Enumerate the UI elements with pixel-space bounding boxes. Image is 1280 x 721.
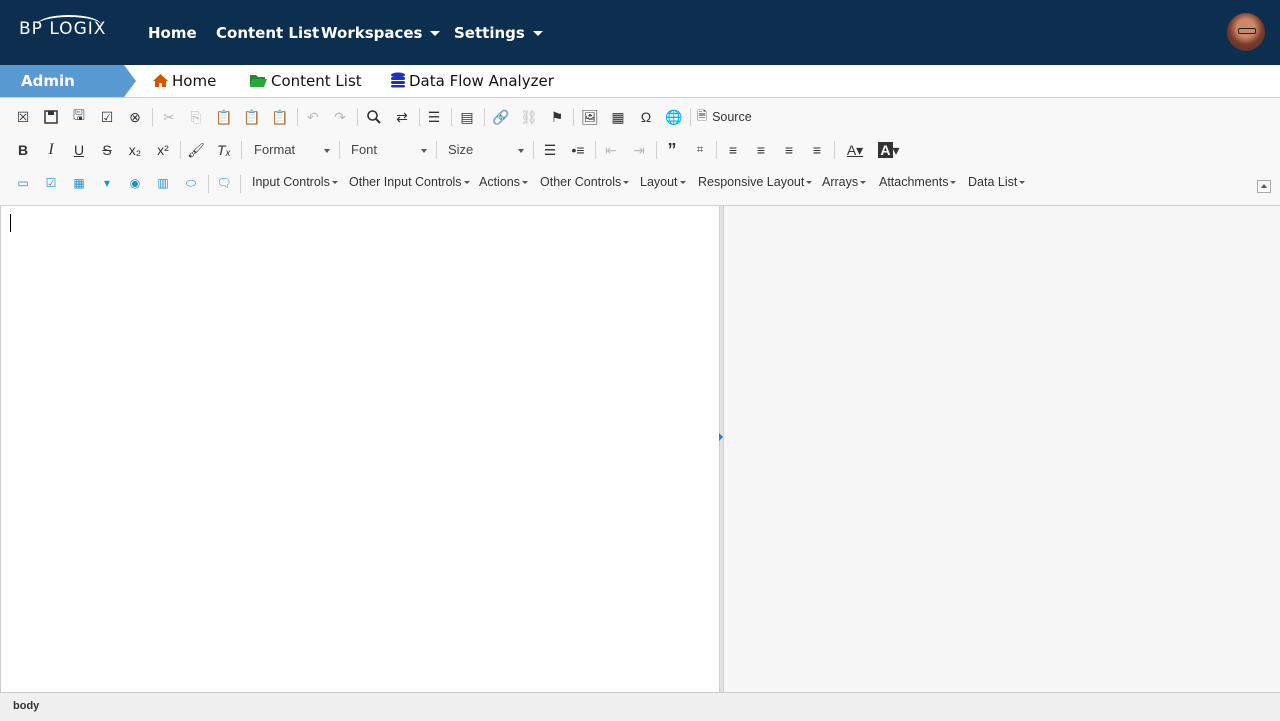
anchor-flag-icon[interactable]: ⚑ bbox=[546, 106, 568, 128]
copy-format-icon[interactable]: 🖌 bbox=[185, 139, 207, 161]
element-path-statusbar: body bbox=[0, 692, 1280, 721]
source-document-icon: 🗎 bbox=[697, 108, 708, 123]
align-left-icon[interactable]: ≡ bbox=[722, 139, 744, 161]
menu-data-list[interactable]: Data List bbox=[968, 175, 1025, 189]
table-icon[interactable]: ▦ bbox=[607, 106, 629, 128]
text-box-icon[interactable]: ▭ bbox=[15, 175, 31, 191]
radio-control-icon[interactable]: ◉ bbox=[127, 175, 143, 191]
bold-icon[interactable]: B bbox=[12, 139, 34, 161]
text-cursor bbox=[10, 214, 11, 232]
list-control-icon[interactable]: ▥ bbox=[155, 175, 171, 191]
italic-icon[interactable]: I bbox=[40, 139, 62, 161]
menu-responsive-layout[interactable]: Responsive Layout bbox=[698, 175, 812, 189]
strikethrough-icon[interactable]: S bbox=[96, 139, 118, 161]
numbered-list-icon[interactable]: ☰ bbox=[539, 139, 561, 161]
properties-pane bbox=[724, 206, 1280, 692]
save-and-check-icon[interactable]: ☑ bbox=[96, 106, 118, 128]
collapse-toolbar-button[interactable] bbox=[1257, 180, 1271, 193]
align-justify-icon[interactable]: ≡ bbox=[806, 139, 828, 161]
cut-icon[interactable]: ✂ bbox=[158, 106, 180, 128]
menu-arrays[interactable]: Arrays bbox=[822, 175, 866, 189]
create-div-icon[interactable]: ⌗ bbox=[689, 139, 711, 161]
chevron-down-icon bbox=[518, 149, 524, 153]
element-path-body[interactable]: body bbox=[13, 700, 39, 712]
link-icon[interactable]: 🔗 bbox=[490, 106, 512, 128]
save-icon[interactable] bbox=[40, 106, 62, 128]
underline-icon[interactable]: U bbox=[68, 139, 90, 161]
chevron-down-icon bbox=[532, 31, 543, 36]
nav-home[interactable]: Home bbox=[148, 24, 197, 42]
menu-other-input-controls[interactable]: Other Input Controls bbox=[349, 175, 470, 189]
search-icon[interactable] bbox=[363, 106, 385, 128]
menu-layout[interactable]: Layout bbox=[640, 175, 686, 189]
nav-content-list[interactable]: Content List bbox=[216, 24, 319, 42]
increase-indent-icon[interactable]: ⇥ bbox=[628, 139, 650, 161]
paste-word-icon[interactable]: 📋 bbox=[269, 106, 291, 128]
redo-icon[interactable]: ↷ bbox=[329, 106, 351, 128]
show-blocks-icon[interactable]: ▤ bbox=[456, 106, 478, 128]
paste-text-icon[interactable]: 📋 bbox=[241, 106, 263, 128]
avatar[interactable] bbox=[1227, 13, 1265, 51]
breadcrumb-data-flow-analyzer[interactable]: Data Flow Analyzer bbox=[390, 72, 554, 92]
chevron-down-icon bbox=[421, 149, 427, 153]
select-all-icon[interactable]: ☰ bbox=[423, 106, 445, 128]
top-navbar: BP LOGIX Home Content List Workspaces Se… bbox=[0, 0, 1280, 65]
database-icon bbox=[390, 72, 406, 92]
checkbox-control-icon[interactable]: ☑ bbox=[43, 175, 59, 191]
menu-actions[interactable]: Actions bbox=[479, 175, 528, 189]
bplogix-logo[interactable]: BP LOGIX bbox=[19, 15, 106, 39]
subscript-icon[interactable]: x₂ bbox=[124, 139, 146, 161]
special-character-icon[interactable]: Ω bbox=[635, 106, 657, 128]
align-right-icon[interactable]: ≡ bbox=[778, 139, 800, 161]
menu-input-controls[interactable]: Input Controls bbox=[252, 175, 338, 189]
nav-workspaces[interactable]: Workspaces bbox=[321, 24, 441, 42]
text-color-icon[interactable]: A▾ bbox=[842, 139, 868, 161]
close-document-icon[interactable]: ☒ bbox=[12, 106, 34, 128]
breadcrumb-content-list[interactable]: Content List bbox=[249, 72, 362, 92]
undo-icon[interactable]: ↶ bbox=[302, 106, 324, 128]
decrease-indent-icon[interactable]: ⇤ bbox=[600, 139, 622, 161]
editor-content-area[interactable] bbox=[0, 206, 720, 692]
button-control-icon[interactable]: ⬭ bbox=[183, 175, 199, 191]
comment-control-icon[interactable]: 🗨 bbox=[216, 175, 232, 191]
blockquote-icon[interactable]: ” bbox=[661, 139, 683, 161]
dropdown-control-icon[interactable]: ▾ bbox=[99, 175, 115, 191]
folder-open-icon bbox=[249, 73, 268, 92]
menu-other-controls[interactable]: Other Controls bbox=[540, 175, 629, 189]
date-control-icon[interactable]: ▦ bbox=[71, 175, 87, 191]
iframe-globe-icon[interactable]: 🌐 bbox=[663, 106, 685, 128]
cancel-icon[interactable]: ⊗ bbox=[124, 106, 146, 128]
background-color-icon[interactable]: A ▾ bbox=[876, 139, 902, 161]
breadcrumb-home[interactable]: Home bbox=[152, 72, 216, 92]
size-select[interactable]: Size bbox=[448, 139, 528, 161]
paste-icon[interactable]: 📋 bbox=[213, 106, 235, 128]
source-button[interactable]: 🗎 Source bbox=[697, 106, 761, 128]
replace-icon[interactable]: ⇄ bbox=[391, 106, 413, 128]
editor-toolbar: ☒ 🖫 ☑ ⊗ ✂ ⎘ 📋 📋 📋 ↶ ↷ ⇄ ☰ ▤ 🔗 ⛓ ⚑ 🖼 ▦ Ω … bbox=[0, 98, 1280, 206]
unlink-icon[interactable]: ⛓ bbox=[518, 106, 540, 128]
image-icon[interactable]: 🖼 bbox=[579, 106, 601, 128]
save-and-close-icon[interactable]: 🖫 bbox=[68, 106, 90, 128]
breadcrumb-admin-profile[interactable]: Admin Profile bbox=[0, 65, 136, 122]
menu-attachments[interactable]: Attachments bbox=[879, 175, 956, 189]
home-icon bbox=[152, 73, 169, 92]
chevron-down-icon bbox=[324, 149, 330, 153]
bulleted-list-icon[interactable]: •≡ bbox=[567, 139, 589, 161]
expand-arrow-icon[interactable] bbox=[719, 433, 723, 441]
nav-settings[interactable]: Settings bbox=[454, 24, 543, 42]
format-select[interactable]: Format bbox=[254, 139, 334, 161]
copy-icon[interactable]: ⎘ bbox=[185, 106, 207, 128]
breadcrumb: Admin Profile Home Content List Data Flo… bbox=[0, 65, 1280, 122]
remove-format-icon[interactable]: Tₓ bbox=[213, 139, 235, 161]
font-select[interactable]: Font bbox=[351, 139, 431, 161]
chevron-down-icon bbox=[430, 31, 441, 36]
align-center-icon[interactable]: ≡ bbox=[750, 139, 772, 161]
superscript-icon[interactable]: x² bbox=[152, 139, 174, 161]
